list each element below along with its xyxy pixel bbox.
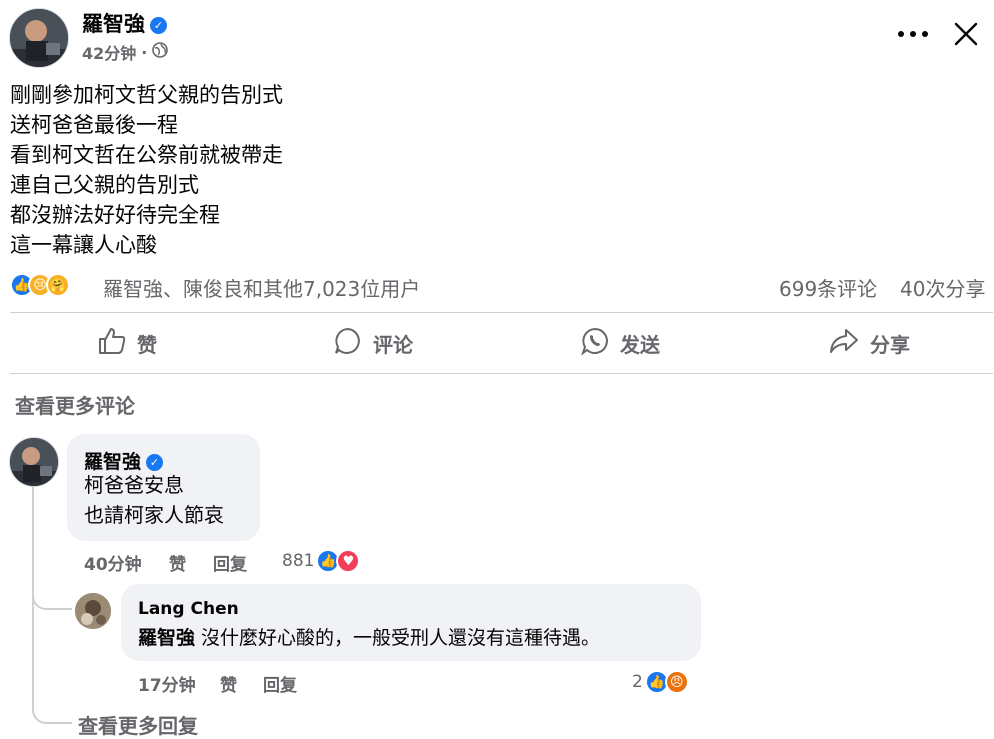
love-reaction-icon: ♥ [336,549,361,573]
post-line: 這一幕讓人心酸 [10,233,157,257]
share-arrow-icon [828,326,860,361]
author-avatar[interactable] [9,8,69,68]
like-label: 赞 [137,333,157,357]
view-more-replies-link[interactable]: 查看更多回复 [78,710,198,739]
send-label: 发送 [620,333,660,357]
post-line: 看到柯文哲在公祭前就被帶走 [10,143,283,167]
comment-reaction-count: 881 [282,551,315,571]
close-icon[interactable] [952,20,980,52]
divider-top [10,312,993,313]
comment-like-button[interactable]: 赞 [169,550,186,575]
comment-label: 评论 [373,333,413,357]
comment-line: 柯爸爸安息 [84,473,184,497]
comment-bubble-icon [333,326,363,361]
reply-time[interactable]: 17分钟 [138,671,196,696]
comments-count[interactable]: 699条评论 [779,273,877,302]
post-line: 剛剛參加柯文哲父親的告別式 [10,83,283,107]
post-body: 剛剛參加柯文哲父親的告別式 送柯爸爸最後一程 看到柯文哲在公祭前就被帶走 連自己… [10,80,283,260]
reply-text: 羅智強 沒什麼好心酸的，一般受刑人還沒有這種待遇。 [138,623,600,650]
angry-reaction-icon: 😠 [664,670,689,694]
comment-avatar[interactable] [9,437,59,487]
post-meta: 42分钟 · [82,40,169,64]
comment-reply-button[interactable]: 回复 [213,550,247,575]
post-author[interactable]: 羅智強 ✓ [82,8,167,38]
comment-button[interactable]: 评论 [333,326,413,361]
care-reaction-icon: 🤗 [46,273,70,297]
post-line: 送柯爸爸最後一程 [10,113,178,137]
post-time[interactable]: 42分钟 [82,40,136,64]
shares-count[interactable]: 40次分享 [900,273,985,302]
reply-mention[interactable]: 羅智強 [138,627,195,649]
share-label: 分享 [870,333,910,357]
thread-branch [32,588,72,610]
divider-bottom [10,373,993,374]
more-options-icon[interactable] [898,24,928,44]
comment-reactions[interactable]: 881 👍 ♥ [282,549,361,573]
view-more-comments-link[interactable]: 查看更多评论 [15,390,135,419]
post-line: 連自己父親的告別式 [10,173,199,197]
thumbs-up-icon [97,326,127,361]
verified-badge-icon: ✓ [146,454,164,471]
thread-branch-more [32,700,72,724]
reply-author[interactable]: Lang Chen [138,599,239,619]
meta-separator: · [141,42,148,62]
reaction-icons[interactable]: 👍 😢 🤗 [10,273,70,297]
comment-line: 也請柯家人節哀 [84,503,224,527]
share-button[interactable]: 分享 [828,326,910,361]
post-line: 都沒辦法好好待完全程 [10,203,220,227]
reply-avatar[interactable] [75,593,111,629]
reaction-summary[interactable]: 羅智強、陳俊良和其他7,023位用户 [103,273,420,302]
reply-reactions[interactable]: 2 👍 😠 [632,670,689,694]
reply-like-button[interactable]: 赞 [220,671,237,696]
send-button[interactable]: 发送 [580,326,660,361]
reply-body: 沒什麼好心酸的，一般受刑人還沒有這種待遇。 [195,627,601,649]
comment-time[interactable]: 40分钟 [84,550,142,575]
author-name[interactable]: 羅智強 [82,12,145,36]
reply-reaction-count: 2 [632,672,643,692]
globe-icon [152,42,169,62]
reply-reply-button[interactable]: 回复 [263,671,297,696]
whatsapp-icon [580,326,610,361]
verified-badge-icon: ✓ [150,16,167,34]
like-button[interactable]: 赞 [97,326,157,361]
comment-text: 柯爸爸安息 也請柯家人節哀 [84,470,224,530]
